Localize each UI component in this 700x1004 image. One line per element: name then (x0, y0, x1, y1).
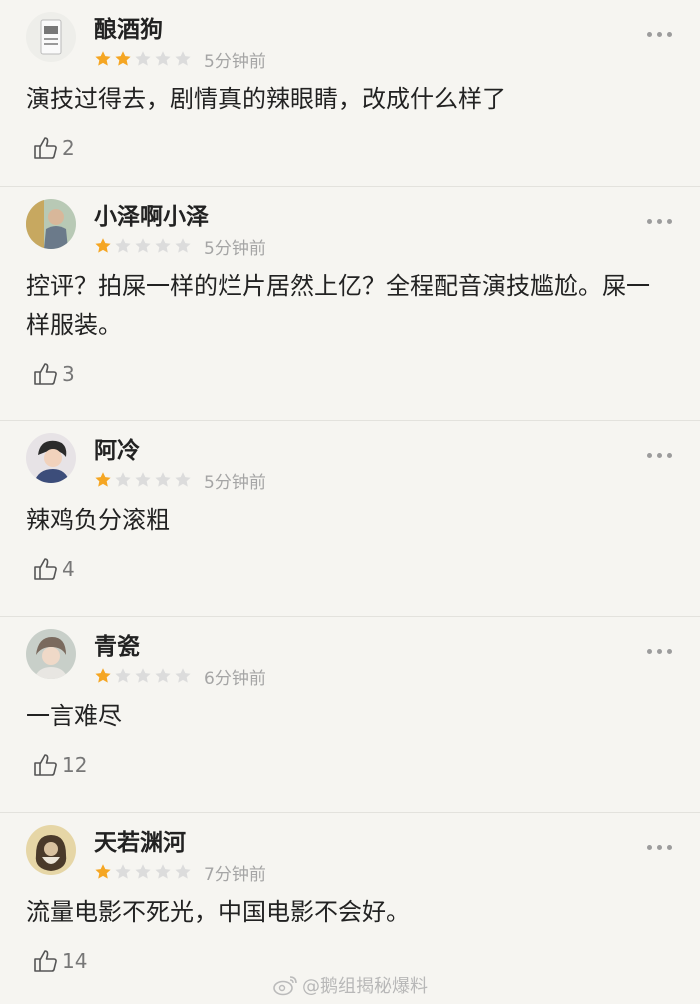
star-filled-icon (95, 472, 111, 487)
avatar[interactable] (26, 12, 76, 62)
like-count: 2 (62, 136, 75, 160)
review-text: 演技过得去，剧情真的辣眼睛，改成什么样了 (26, 85, 506, 113)
star-empty-icon (115, 668, 131, 683)
avatar[interactable] (26, 199, 76, 249)
more-options-icon[interactable] (647, 213, 672, 230)
like-count: 4 (62, 557, 75, 581)
star-empty-icon (115, 864, 131, 879)
more-options-icon[interactable] (647, 447, 672, 464)
timestamp: 7分钟前 (204, 864, 266, 885)
star-empty-icon (135, 51, 151, 66)
star-rating (94, 50, 194, 68)
avatar[interactable] (26, 629, 76, 679)
star-empty-icon (115, 238, 131, 253)
star-empty-icon (155, 51, 171, 66)
like-count: 3 (62, 362, 75, 386)
star-empty-icon (175, 238, 191, 253)
thumbs-up-icon (34, 137, 57, 159)
user-name[interactable]: 小泽啊小泽 (94, 202, 266, 232)
review-item: 青瓷 6分钟前 一言难尽 12 (0, 616, 700, 812)
like-count: 12 (62, 753, 88, 777)
like-button[interactable]: 14 (32, 932, 87, 990)
timestamp: 6分钟前 (204, 668, 266, 689)
watermark: @鹅组揭秘爆料 (272, 972, 428, 998)
thumbs-up-icon (34, 950, 57, 972)
star-empty-icon (135, 472, 151, 487)
star-filled-icon (115, 51, 131, 66)
star-empty-icon (175, 668, 191, 683)
review-item: 酿酒狗 5分钟前 演技过得去，剧情真的辣眼睛，改成什么样了 2 (0, 0, 700, 186)
star-filled-icon (95, 51, 111, 66)
star-empty-icon (175, 472, 191, 487)
review-item: 小泽啊小泽 5分钟前 控评？拍屎一样的烂片居然上亿？全程配音演技尴尬。屎一样服装… (0, 186, 700, 420)
like-button[interactable]: 3 (32, 345, 75, 403)
user-name[interactable]: 阿冷 (94, 436, 266, 466)
star-filled-icon (95, 668, 111, 683)
avatar[interactable] (26, 825, 76, 875)
avatar[interactable] (26, 433, 76, 483)
watermark-text: @鹅组揭秘爆料 (302, 976, 428, 997)
like-button[interactable]: 4 (32, 540, 75, 598)
more-options-icon[interactable] (647, 26, 672, 43)
star-empty-icon (155, 472, 171, 487)
thumbs-up-icon (34, 754, 57, 776)
star-empty-icon (135, 864, 151, 879)
star-empty-icon (135, 238, 151, 253)
star-rating (94, 863, 194, 881)
weibo-icon (273, 976, 297, 996)
like-button[interactable]: 12 (32, 736, 87, 794)
review-text: 一言难尽 (26, 702, 122, 730)
user-name[interactable]: 青瓷 (94, 632, 266, 662)
star-empty-icon (155, 668, 171, 683)
star-empty-icon (175, 864, 191, 879)
star-empty-icon (155, 864, 171, 879)
timestamp: 5分钟前 (204, 472, 266, 493)
star-empty-icon (115, 472, 131, 487)
thumbs-up-icon (34, 558, 57, 580)
review-list: 酿酒狗 5分钟前 演技过得去，剧情真的辣眼睛，改成什么样了 2 小泽啊小泽 5分… (0, 0, 700, 1004)
star-filled-icon (95, 864, 111, 879)
review-item: 阿冷 5分钟前 辣鸡负分滚粗 4 (0, 420, 700, 616)
star-empty-icon (135, 668, 151, 683)
star-filled-icon (95, 238, 111, 253)
star-rating (94, 237, 194, 255)
star-empty-icon (175, 51, 191, 66)
timestamp: 5分钟前 (204, 238, 266, 259)
star-rating (94, 471, 194, 489)
thumbs-up-icon (34, 363, 57, 385)
more-options-icon[interactable] (647, 643, 672, 660)
user-name[interactable]: 天若渊河 (94, 828, 266, 858)
star-empty-icon (155, 238, 171, 253)
like-count: 14 (62, 949, 88, 973)
review-text: 辣鸡负分滚粗 (26, 506, 170, 534)
like-button[interactable]: 2 (32, 119, 75, 177)
review-text: 控评？拍屎一样的烂片居然上亿？全程配音演技尴尬。屎一样服装。 (26, 272, 650, 339)
timestamp: 5分钟前 (204, 51, 266, 72)
star-rating (94, 667, 194, 685)
user-name[interactable]: 酿酒狗 (94, 15, 266, 45)
review-text: 流量电影不死光，中国电影不会好。 (26, 898, 410, 926)
more-options-icon[interactable] (647, 839, 672, 856)
